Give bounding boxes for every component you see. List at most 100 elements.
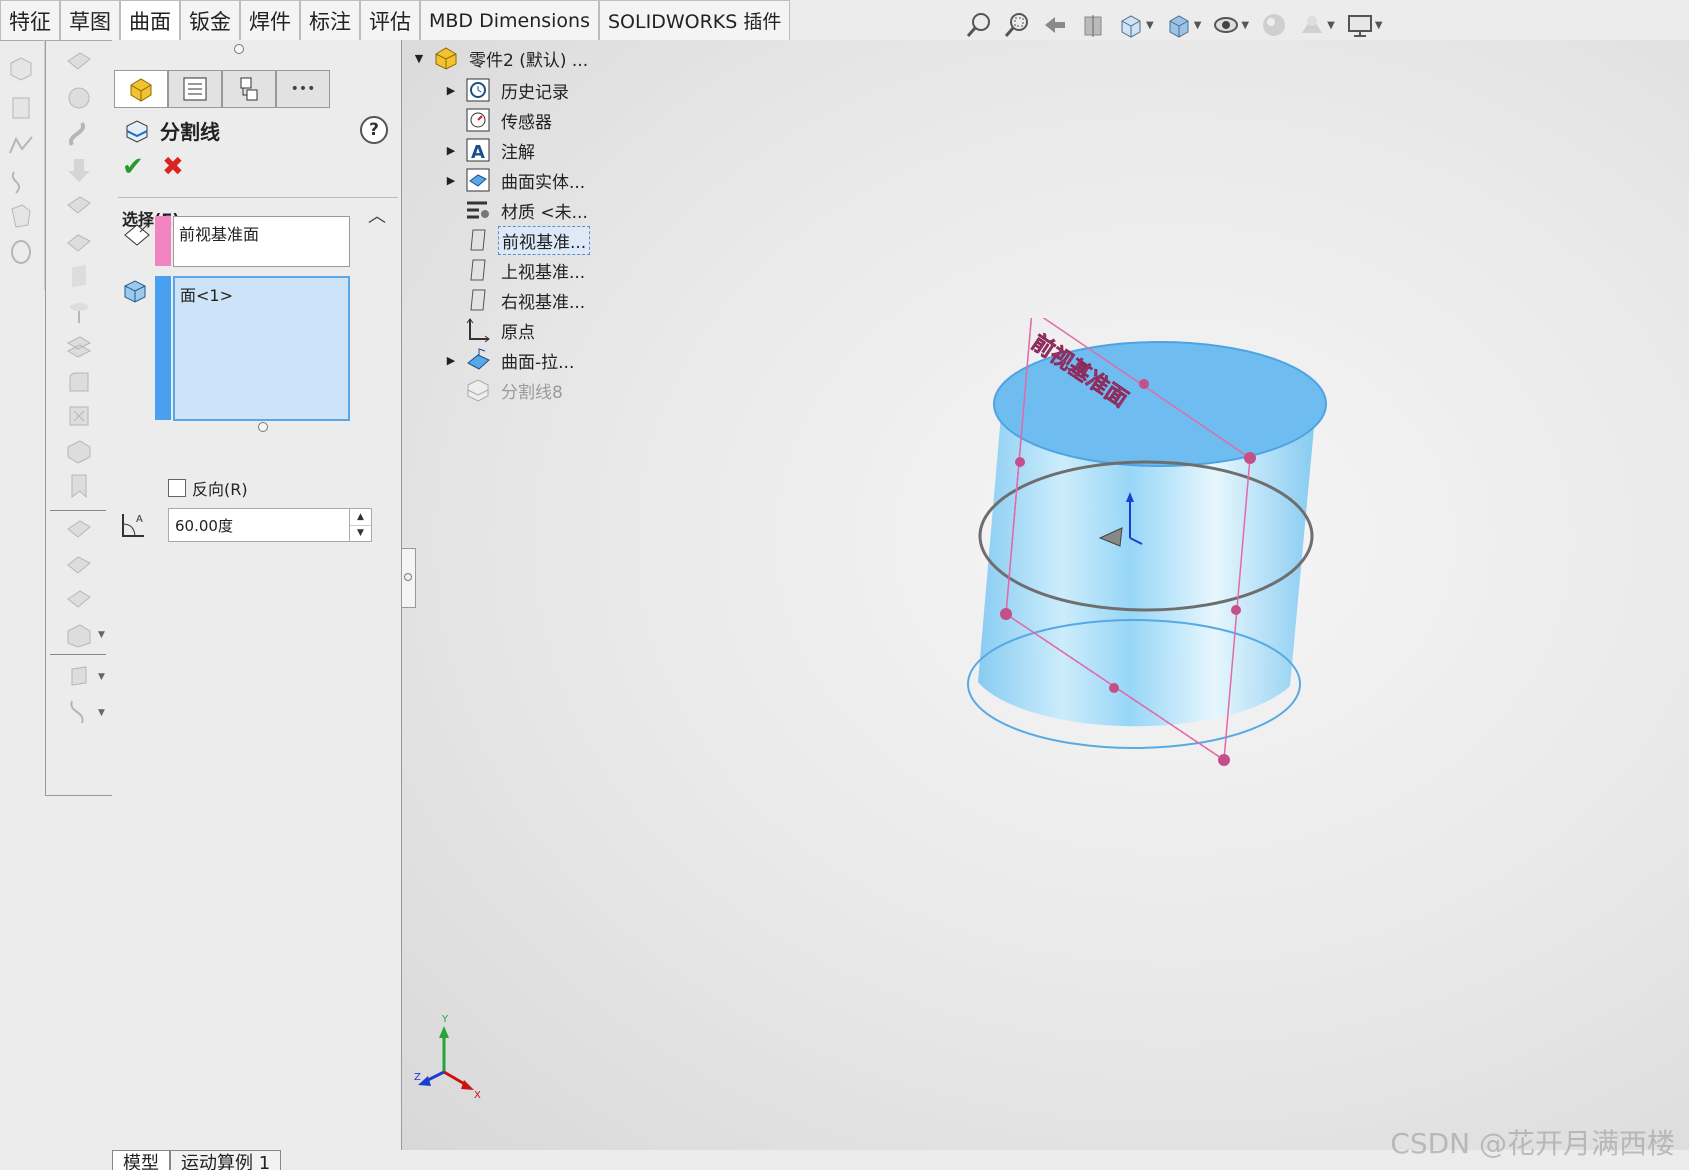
edit-appearance-icon[interactable] bbox=[1257, 10, 1291, 40]
knit-surface-icon[interactable] bbox=[62, 332, 96, 364]
freeform-icon[interactable] bbox=[62, 620, 96, 652]
reference-geometry-icon[interactable] bbox=[62, 660, 96, 692]
planar-surface-icon[interactable] bbox=[62, 46, 96, 78]
zoom-to-area-icon[interactable] bbox=[1000, 10, 1034, 40]
delete-face-icon[interactable] bbox=[62, 154, 96, 186]
expand-arrow-icon[interactable]: ▶ bbox=[444, 354, 458, 367]
mid-surface-icon[interactable] bbox=[62, 548, 96, 580]
tree-item-split-line[interactable]: 分割线8 bbox=[444, 376, 566, 404]
fillet-icon[interactable] bbox=[62, 366, 96, 398]
collapse-chevron-icon[interactable]: ︿ bbox=[368, 202, 386, 228]
expand-arrow-icon[interactable]: ▶ bbox=[444, 84, 458, 97]
reverse-direction-checkbox[interactable]: 反向(R) bbox=[168, 476, 248, 500]
listbox-resize-handle[interactable] bbox=[258, 422, 268, 432]
reverse-checkbox-box[interactable] bbox=[168, 479, 186, 497]
angle-spinbox[interactable]: 60.00度 ▲ ▼ bbox=[168, 508, 372, 542]
move-face-icon[interactable] bbox=[62, 514, 96, 546]
angle-value[interactable]: 60.00度 bbox=[169, 515, 349, 536]
split-line-icon bbox=[126, 119, 148, 143]
tree-item-origin[interactable]: 原点 bbox=[444, 316, 538, 344]
surface-commands-column-1 bbox=[0, 40, 45, 290]
tree-item-material[interactable]: 材质 <未... bbox=[444, 196, 591, 224]
hide-show-items-icon[interactable] bbox=[1209, 10, 1243, 40]
zoom-to-fit-icon[interactable] bbox=[962, 10, 996, 40]
display-style-icon[interactable] bbox=[1162, 10, 1196, 40]
tab-sheet-metal[interactable]: 钣金 bbox=[180, 0, 240, 40]
panel-collapse-handle[interactable] bbox=[402, 548, 416, 608]
swept-surface-icon[interactable] bbox=[4, 130, 38, 162]
cylinder-surface-model[interactable]: 前视基准面 bbox=[960, 318, 1380, 838]
tree-item-label: 历史记录 bbox=[501, 82, 569, 103]
panel-resize-handle[interactable] bbox=[234, 44, 244, 54]
tab-evaluate[interactable]: 评估 bbox=[360, 0, 420, 40]
tree-item-surface-bodies[interactable]: ▶ 曲面实体... bbox=[444, 166, 588, 194]
filled-surface-icon[interactable] bbox=[4, 236, 38, 268]
tab-weldments[interactable]: 焊件 bbox=[240, 0, 300, 40]
tab-features[interactable]: 特征 bbox=[0, 0, 60, 40]
ok-button[interactable]: ✔ bbox=[122, 152, 144, 182]
thicken-icon[interactable] bbox=[62, 436, 96, 468]
tab-mbd-dimensions[interactable]: MBD Dimensions bbox=[420, 0, 599, 40]
section-view-icon[interactable] bbox=[1076, 10, 1110, 40]
apply-scene-dropdown-icon[interactable]: ▼ bbox=[1327, 20, 1335, 31]
cancel-button[interactable]: ✖ bbox=[162, 152, 184, 182]
ruled-surface-icon[interactable] bbox=[62, 118, 96, 150]
tab-motion-study-1[interactable]: 运动算例 1 bbox=[170, 1150, 282, 1170]
feature-manager-tab[interactable] bbox=[114, 70, 168, 108]
tree-item-top-plane[interactable]: 上视基准... bbox=[444, 256, 588, 284]
tree-item-front-plane[interactable]: 前视基准... bbox=[444, 225, 591, 255]
tab-model[interactable]: 模型 bbox=[112, 1150, 170, 1170]
tree-item-surface-extrude[interactable]: ▶ 曲面-拉... bbox=[444, 346, 577, 374]
expand-arrow-icon[interactable]: ▶ bbox=[444, 174, 458, 187]
tree-item-history[interactable]: ▶ 历史记录 bbox=[444, 76, 572, 104]
more-managers-tab[interactable]: ••• bbox=[276, 70, 330, 108]
cut-with-surface-icon[interactable] bbox=[62, 400, 96, 432]
extend-surface-icon[interactable] bbox=[62, 226, 96, 258]
replace-face-icon[interactable] bbox=[62, 190, 96, 222]
expand-arrow-icon[interactable]: ▶ bbox=[444, 144, 458, 157]
face-selection-box[interactable]: 面<1> bbox=[173, 276, 350, 421]
spin-up-icon[interactable]: ▲ bbox=[350, 509, 371, 526]
tree-item-right-plane[interactable]: 右视基准... bbox=[444, 286, 588, 314]
tree-item-label: 曲面-拉... bbox=[501, 352, 575, 373]
extruded-surface-icon[interactable] bbox=[4, 52, 38, 84]
plane-selection-box[interactable]: 前视基准面 bbox=[173, 216, 350, 267]
tab-markup[interactable]: 标注 bbox=[300, 0, 360, 40]
reference-geometry-dropdown-icon[interactable]: ▼ bbox=[98, 672, 105, 682]
thickened-cut-icon[interactable] bbox=[62, 470, 96, 502]
view-settings-dropdown-icon[interactable]: ▼ bbox=[1375, 20, 1383, 31]
tree-item-label: 右视基准... bbox=[501, 292, 586, 313]
revolved-surface-icon[interactable] bbox=[4, 92, 38, 124]
trim-surface-icon[interactable] bbox=[62, 260, 96, 292]
help-button[interactable]: ? bbox=[360, 116, 388, 144]
apply-scene-icon[interactable] bbox=[1295, 10, 1329, 40]
close-icon: ✖ bbox=[162, 152, 184, 182]
curves-icon[interactable] bbox=[62, 696, 96, 728]
curves-dropdown-icon[interactable]: ▼ bbox=[98, 708, 105, 718]
untrim-surface-icon[interactable] bbox=[62, 296, 96, 328]
tree-item-annotations[interactable]: ▶ A 注解 bbox=[444, 136, 538, 164]
spin-down-icon[interactable]: ▼ bbox=[350, 526, 371, 542]
offset-surface-icon[interactable] bbox=[62, 82, 96, 114]
hide-show-dropdown-icon[interactable]: ▼ bbox=[1241, 20, 1249, 31]
tab-solidworks-addins[interactable]: SOLIDWORKS 插件 bbox=[599, 0, 791, 40]
collapse-arrow-icon[interactable]: ▼ bbox=[412, 52, 426, 65]
previous-view-icon[interactable] bbox=[1038, 10, 1072, 40]
split-line-icon bbox=[464, 377, 492, 403]
display-style-dropdown-icon[interactable]: ▼ bbox=[1194, 20, 1202, 31]
configuration-manager-tab[interactable] bbox=[222, 70, 276, 108]
lofted-surface-icon[interactable] bbox=[4, 166, 38, 198]
tab-sketch[interactable]: 草图 bbox=[60, 0, 120, 40]
surface-flatten-icon[interactable] bbox=[62, 584, 96, 616]
freeform-dropdown-icon[interactable]: ▼ bbox=[98, 630, 105, 640]
view-orientation-dropdown-icon[interactable]: ▼ bbox=[1146, 20, 1154, 31]
angle-icon: A bbox=[118, 510, 148, 544]
view-orientation-icon[interactable] bbox=[1114, 10, 1148, 40]
property-manager-tab[interactable] bbox=[168, 70, 222, 108]
view-settings-icon[interactable] bbox=[1343, 10, 1377, 40]
boundary-surface-icon[interactable] bbox=[4, 200, 38, 232]
tree-item-sensors[interactable]: 传感器 bbox=[444, 106, 555, 134]
tree-item-label: 前视基准... bbox=[498, 225, 591, 255]
tree-root[interactable]: ▼ 零件2 (默认) ... bbox=[412, 44, 591, 72]
tab-surfaces[interactable]: 曲面 bbox=[120, 0, 180, 40]
